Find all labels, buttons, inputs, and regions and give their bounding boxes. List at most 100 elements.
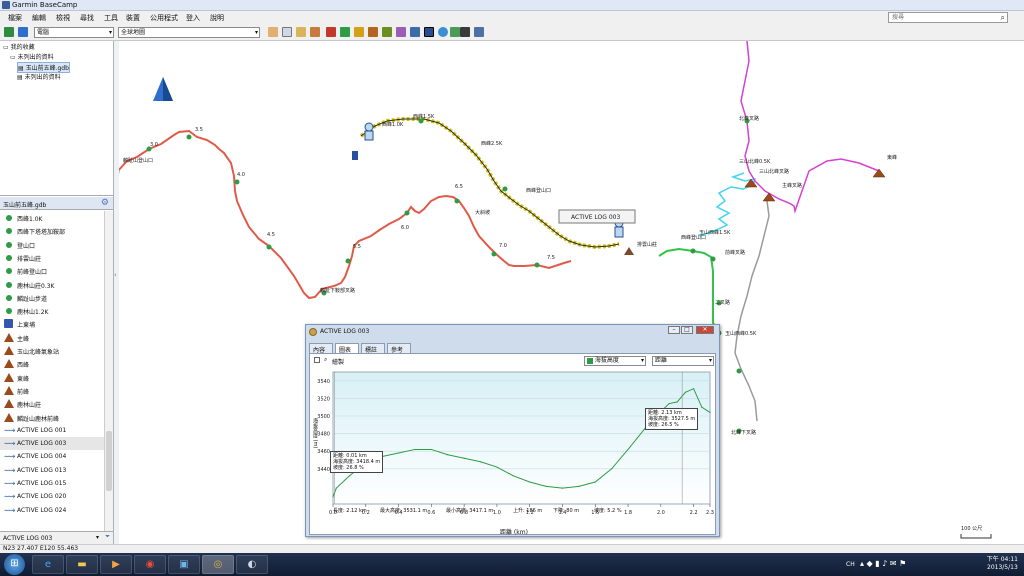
menu-tools[interactable]: 工具 [104,13,118,23]
tree-item-unlisted-2[interactable]: ▤ 未列出的資料 [17,72,61,81]
tree-root[interactable]: ▭ 我的收藏 [3,42,35,51]
map-label-3-0: 3.0 [150,142,158,148]
receive-from-device-icon[interactable] [4,27,14,37]
pencil-icon[interactable] [368,27,378,37]
library-item[interactable]: 主峰 [0,331,104,344]
maximize-button[interactable]: □ [681,326,693,334]
library-item[interactable]: 鹿林山1.2K [0,304,104,317]
chevron-down-icon[interactable]: ▾ [96,534,99,541]
library-item[interactable]: ACTIVE LOG 015 [0,477,104,490]
path-icon[interactable] [410,27,420,37]
globe-icon[interactable] [438,27,448,37]
y-axis-combo[interactable]: 海拔高度 ▾ [584,356,646,366]
collapse-arrow-icon[interactable]: ‹ [114,271,117,279]
elevation-point [701,406,703,408]
tray-icons[interactable]: ▴ ◆ ▮ ♪ ✉ ⚑ [860,559,906,568]
library-item[interactable]: 排雲山莊 [0,251,104,264]
library-item-label: 鹿林山莊 [17,402,42,410]
close-button[interactable]: ✕ [696,326,714,334]
menu-signin[interactable]: 登入 [186,13,200,23]
library-item[interactable]: 西峰1.0K [0,211,104,224]
library-item[interactable]: 麟趾山鹿林前峰 [0,411,104,424]
north-arrow-shade [163,77,173,101]
library-item-label: 排雲山莊 [17,255,42,263]
monitor-icon[interactable]: ▣ [168,555,200,574]
select-tool-icon[interactable] [296,27,306,37]
library-item[interactable]: ACTIVE LOG 003 [0,437,104,451]
library-item[interactable]: ACTIVE LOG 024 [0,504,104,517]
filter-combo[interactable]: ACTIVE LOG 003 ▾ ⏷ [0,531,113,544]
zoom-icon[interactable]: ⌕ [324,356,327,364]
start-button[interactable]: ⊞ [4,554,25,575]
eraser-icon[interactable] [396,27,406,37]
grid-icon[interactable] [460,27,470,37]
tab-references[interactable]: 參考 [387,343,411,354]
window-icon[interactable] [474,27,484,37]
zoom-tool-icon[interactable] [282,27,292,37]
gear-icon[interactable]: ⚙ [101,198,109,208]
library-item[interactable]: 玉山北峰氣象站 [0,344,104,357]
stat-length: 長度: 2.12 km [333,508,367,514]
device-combo[interactable]: 電腦 ▾ [34,27,114,38]
map-label-start: 麟趾山登山口 [123,158,154,164]
folder-icon[interactable]: ▬ [66,555,98,574]
new-waypoint-icon[interactable] [326,27,336,37]
cursor-info-right: 距離: 2.13 km 海拔高度: 3527.5 m 坡度: 26.5 % [645,408,699,430]
tree-item-unlisted[interactable]: ▭ 未列出的資料 [10,52,54,61]
library-scrollbar[interactable] [104,211,113,531]
library-item[interactable]: 西峰下塔塔加鞍部 [0,224,104,237]
library-item[interactable]: ACTIVE LOG 020 [0,490,104,503]
draw-checkbox[interactable] [314,357,320,363]
library-item[interactable]: 西峰 [0,357,104,370]
edit-track-icon[interactable] [382,27,392,37]
elevation-point [512,475,514,477]
clock[interactable]: 下午 04:11 2013/5/13 [987,556,1018,572]
map-combo[interactable]: 全球地圖 ▾ [118,27,260,38]
minimize-button[interactable]: – [668,326,680,334]
menu-file[interactable]: 檔案 [8,13,22,23]
library-item[interactable]: 東峰 [0,371,104,384]
map-3d-icon[interactable] [450,27,460,37]
library-item[interactable]: ACTIVE LOG 001 [0,424,104,437]
media-player-icon[interactable]: ▶ [100,555,132,574]
tab-notes[interactable]: 標註 [361,343,385,354]
menu-view[interactable]: 檢視 [56,13,70,23]
series-color-swatch [587,357,593,364]
library-item[interactable]: 鹿林山莊0.3K [0,278,104,291]
map-label-w3: 西峰2.5K [481,141,503,147]
elevation-chart[interactable]: 3540 3520 3500 3480 3460 3440 0.0 0.2 0.4 0.6 0.8 1… [310,368,717,536]
library-item[interactable]: 登山口 [0,238,104,251]
chrome-icon[interactable]: ◉ [134,555,166,574]
map-tooltip-text[interactable]: ACTIVE LOG 003 [571,214,620,221]
measure-tool-icon[interactable] [310,27,320,37]
menu-edit[interactable]: 編輯 [32,13,46,23]
library-item[interactable]: ACTIVE LOG 004 [0,450,104,463]
library-item[interactable]: 前峰登山口 [0,264,104,277]
new-route-icon[interactable] [340,27,350,37]
library-item[interactable]: 麟趾山步道 [0,291,104,304]
search-icon[interactable]: ⌕ [1001,13,1005,23]
library-item[interactable]: 上東埔 [0,317,104,330]
basecamp-taskbar-icon[interactable]: ◎ [202,555,234,574]
x-axis-combo[interactable]: 距離 ▾ [652,356,714,366]
tab-properties[interactable]: 內容 [309,343,333,354]
menu-device[interactable]: 裝置 [126,13,140,23]
search-input[interactable]: 搜尋 ⌕ [888,12,1008,23]
library-item[interactable]: 鹿林山莊 [0,397,104,410]
menu-utilities[interactable]: 公用程式 [150,13,178,23]
hand-tool-icon[interactable] [268,27,278,37]
filter-icon[interactable]: ⏷ [105,533,110,541]
new-track-icon[interactable] [354,27,364,37]
menu-find[interactable]: 尋找 [80,13,94,23]
track-icon [4,479,13,488]
language-indicator[interactable]: CH [846,561,855,568]
library-item[interactable]: 前峰 [0,384,104,397]
menu-help[interactable]: 說明 [210,13,224,23]
scroll-thumb[interactable] [106,431,112,491]
map-2d-icon[interactable] [424,27,434,37]
ie-icon[interactable]: e [32,555,64,574]
elevation-point [335,487,337,489]
send-to-device-icon[interactable] [18,27,28,37]
photo-viewer-icon[interactable]: ◐ [236,555,268,574]
library-item[interactable]: ACTIVE LOG 013 [0,464,104,477]
